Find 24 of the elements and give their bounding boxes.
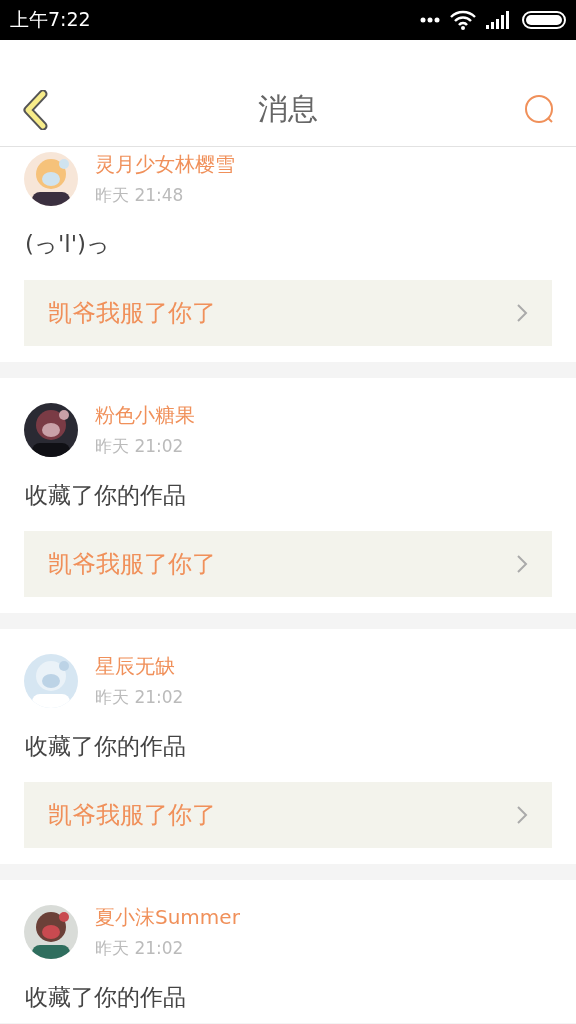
message-time: 昨天 21:48: [95, 184, 185, 207]
message-text: 收藏了你的作品: [25, 983, 187, 1012]
wifi-icon: [450, 10, 476, 30]
battery-icon: [522, 11, 566, 29]
message-time: 昨天 21:02: [95, 937, 185, 960]
message-time: 昨天 21:02: [95, 435, 185, 458]
chevron-icon: [516, 805, 528, 825]
chevron-icon: [516, 554, 528, 574]
chevron-icon: [516, 303, 528, 323]
page-title: 消息: [258, 90, 318, 128]
user-name[interactable]: 粉色小糖果: [95, 402, 195, 429]
message-text: 收藏了你的作品: [25, 732, 187, 761]
message-text: 收藏了你的作品: [25, 481, 187, 510]
user-name[interactable]: 星辰无缺: [95, 653, 184, 680]
user-name[interactable]: 灵月少女林樱雪: [95, 151, 235, 178]
status-time: 上午7:22: [10, 7, 91, 32]
signal-icon: [486, 11, 512, 29]
user-name[interactable]: 夏小沫Summer: [95, 904, 240, 931]
quoted-work[interactable]: 凯爷我服了你了: [24, 782, 552, 848]
more-icon: [420, 17, 440, 23]
message-time: 昨天 21:02: [95, 686, 184, 709]
quoted-work[interactable]: 凯爷我服了你了: [24, 280, 552, 346]
message-text: (っ'l')っ: [25, 230, 111, 259]
quoted-work[interactable]: 凯爷我服了你了: [24, 531, 552, 597]
